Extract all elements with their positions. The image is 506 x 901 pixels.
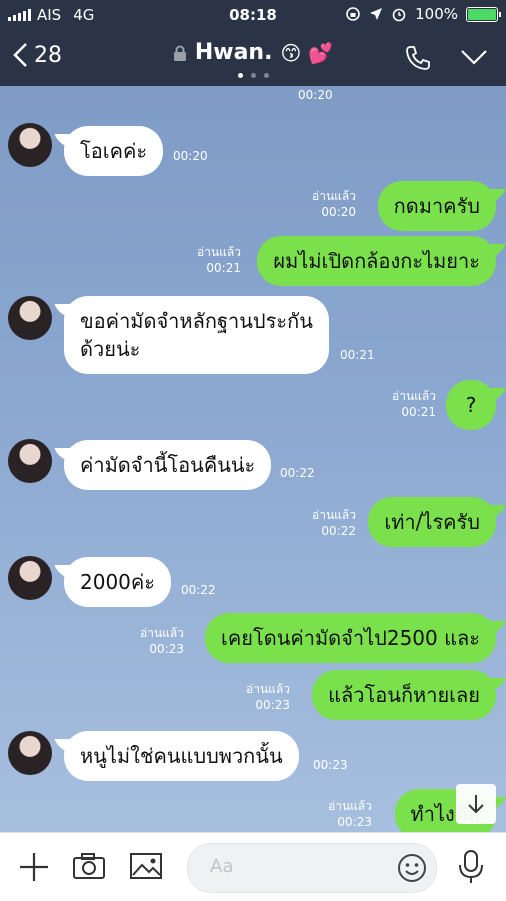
location-icon bbox=[370, 8, 383, 20]
message-input[interactable]: Aa bbox=[187, 843, 437, 893]
outgoing-message[interactable]: กดมาครับ bbox=[377, 181, 496, 231]
read-receipt: อ่านแล้ว bbox=[246, 682, 290, 696]
message-time: 00:20 bbox=[298, 88, 333, 102]
message-time: 00:22 bbox=[321, 524, 356, 538]
read-receipt: อ่านแล้ว bbox=[312, 508, 356, 522]
image-icon[interactable] bbox=[129, 851, 163, 881]
incoming-message[interactable]: โอเคค่ะ bbox=[64, 126, 164, 176]
alarm-icon bbox=[392, 8, 406, 22]
chat-area[interactable]: 00:20 โอเคค่ะ 00:20 อ่านแล้ว 00:20 กดมาค… bbox=[0, 86, 506, 832]
battery-percent: 100% bbox=[415, 5, 458, 23]
outgoing-message[interactable]: ผมไม่เปิดกล้องกะไมยาะ bbox=[257, 236, 496, 286]
message-time: 00:22 bbox=[280, 466, 315, 480]
lock-icon bbox=[173, 45, 186, 61]
message-time: 00:23 bbox=[337, 815, 372, 829]
rotation-lock-icon bbox=[346, 7, 360, 21]
message-line: ด้วยน่ะ bbox=[80, 337, 141, 361]
message-time: 00:23 bbox=[313, 758, 348, 772]
message-time: 00:20 bbox=[173, 149, 208, 163]
outgoing-message[interactable]: ? bbox=[446, 380, 496, 430]
phone-icon[interactable] bbox=[404, 44, 432, 72]
chevron-down-icon[interactable] bbox=[460, 48, 488, 66]
message-time: 00:23 bbox=[255, 698, 290, 712]
incoming-message[interactable]: ค่ามัดจำนี้โอนคืนน่ะ bbox=[64, 440, 272, 490]
incoming-message[interactable]: 2000ค่ะ bbox=[64, 557, 172, 607]
message-time: 00:20 bbox=[321, 205, 356, 219]
read-receipt: อ่านแล้ว bbox=[312, 189, 356, 203]
message-line: ขอค่ามัดจำหลักฐานประกัน bbox=[80, 309, 313, 333]
message-time: 00:21 bbox=[340, 348, 375, 362]
chat-header: 28 Hwan. 😙 💕 bbox=[0, 30, 506, 86]
outgoing-message[interactable]: เท่า/ไรครับ bbox=[368, 497, 496, 547]
read-receipt: อ่านแล้ว bbox=[392, 389, 436, 403]
arrow-down-icon bbox=[468, 795, 484, 814]
avatar[interactable] bbox=[8, 731, 52, 775]
avatar[interactable] bbox=[8, 556, 52, 600]
page-indicator bbox=[0, 73, 506, 78]
plus-icon[interactable] bbox=[18, 851, 50, 883]
emoji-icon[interactable] bbox=[396, 852, 428, 884]
incoming-message[interactable]: หนูไม่ใช่คนแบบพวกนั้น bbox=[64, 731, 299, 781]
battery-icon bbox=[466, 6, 501, 22]
status-bar: AIS 4G 08:18 100% bbox=[0, 0, 506, 30]
message-time: 00:21 bbox=[206, 261, 241, 275]
incoming-message[interactable]: ขอค่ามัดจำหลักฐานประกัน ด้วยน่ะ bbox=[64, 296, 329, 374]
read-receipt: อ่านแล้ว bbox=[197, 245, 241, 259]
outgoing-message[interactable]: แล้วโอนก็หายเลย bbox=[312, 670, 496, 720]
avatar[interactable] bbox=[8, 439, 52, 483]
outgoing-message[interactable]: เคยโดนค่ามัดจำไป2500 และ bbox=[205, 613, 496, 663]
read-receipt: อ่านแล้ว bbox=[328, 799, 372, 813]
input-placeholder: Aa bbox=[210, 856, 234, 877]
avatar[interactable] bbox=[8, 296, 52, 340]
message-time: 00:21 bbox=[401, 405, 436, 419]
camera-icon[interactable] bbox=[72, 851, 106, 881]
scroll-down-button[interactable] bbox=[456, 784, 496, 824]
microphone-icon[interactable] bbox=[456, 849, 486, 885]
avatar[interactable] bbox=[8, 123, 52, 167]
input-bar: Aa bbox=[0, 832, 506, 901]
read-receipt: อ่านแล้ว bbox=[140, 626, 184, 640]
message-time: 00:23 bbox=[149, 642, 184, 656]
message-time: 00:22 bbox=[181, 583, 216, 597]
contact-name: Hwan. bbox=[194, 40, 273, 65]
title-emoji: 😙 💕 bbox=[280, 40, 334, 65]
